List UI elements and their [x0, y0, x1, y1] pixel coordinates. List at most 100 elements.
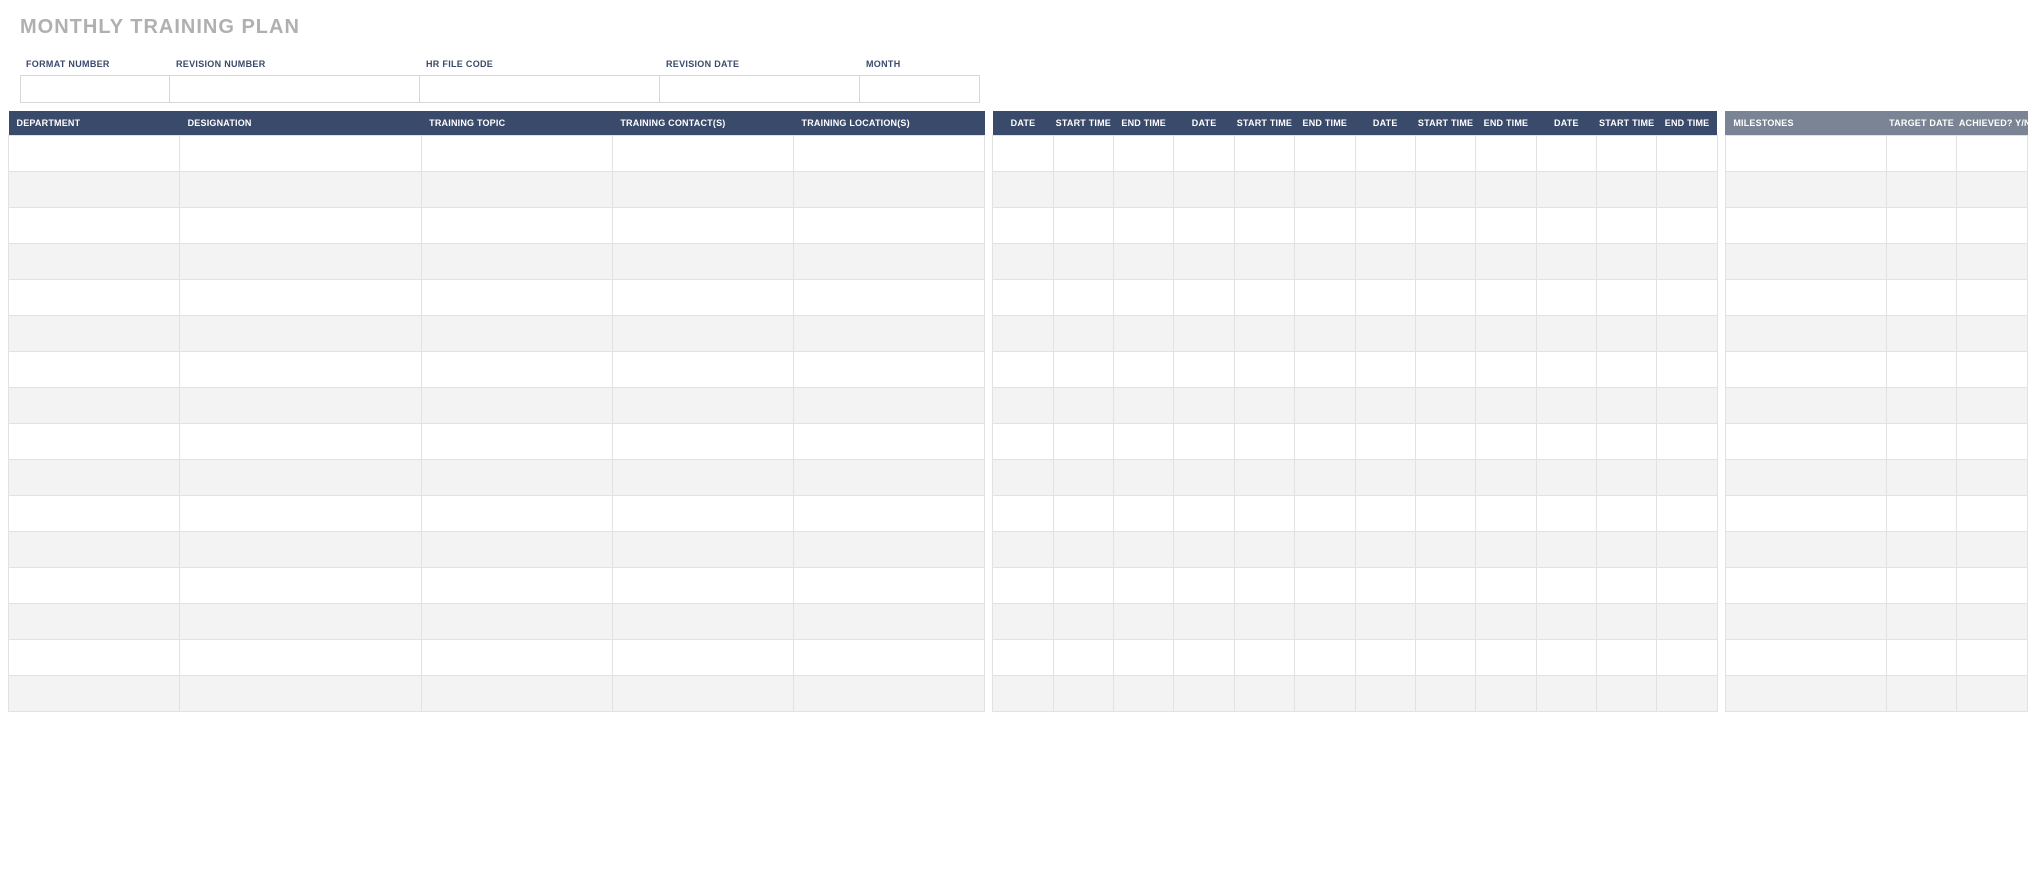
cell-start-time[interactable]	[1415, 351, 1475, 387]
cell-end-time[interactable]	[1295, 351, 1355, 387]
cell-date[interactable]	[993, 135, 1053, 171]
cell-start-time[interactable]	[1234, 315, 1294, 351]
cell-date[interactable]	[993, 675, 1053, 711]
cell-milestones[interactable]	[1725, 675, 1886, 711]
cell-end-time[interactable]	[1114, 315, 1174, 351]
cell-target-date[interactable]	[1886, 243, 1956, 279]
cell-date[interactable]	[1355, 567, 1415, 603]
cell-training-topic[interactable]	[421, 315, 612, 351]
cell-date[interactable]	[993, 171, 1053, 207]
cell-end-time[interactable]	[1295, 135, 1355, 171]
cell-training-topic[interactable]	[421, 243, 612, 279]
cell-date[interactable]	[1355, 279, 1415, 315]
cell-start-time[interactable]	[1234, 639, 1294, 675]
cell-end-time[interactable]	[1476, 603, 1536, 639]
cell-training-contacts[interactable]	[612, 639, 793, 675]
cell-date[interactable]	[1536, 207, 1596, 243]
cell-date[interactable]	[993, 279, 1053, 315]
cell-date[interactable]	[1174, 171, 1234, 207]
cell-end-time[interactable]	[1657, 639, 1717, 675]
cell-target-date[interactable]	[1886, 459, 1956, 495]
cell-start-time[interactable]	[1415, 135, 1475, 171]
cell-target-date[interactable]	[1886, 675, 1956, 711]
cell-achieved[interactable]	[1957, 207, 2028, 243]
cell-training-locations[interactable]	[794, 423, 985, 459]
cell-end-time[interactable]	[1657, 423, 1717, 459]
cell-target-date[interactable]	[1886, 135, 1956, 171]
cell-date[interactable]	[1355, 495, 1415, 531]
cell-date[interactable]	[1174, 567, 1234, 603]
cell-end-time[interactable]	[1114, 351, 1174, 387]
cell-date[interactable]	[1536, 423, 1596, 459]
cell-start-time[interactable]	[1597, 243, 1657, 279]
cell-training-contacts[interactable]	[612, 171, 793, 207]
cell-training-contacts[interactable]	[612, 459, 793, 495]
cell-start-time[interactable]	[1053, 387, 1113, 423]
cell-date[interactable]	[1355, 351, 1415, 387]
cell-end-time[interactable]	[1476, 279, 1536, 315]
cell-end-time[interactable]	[1114, 171, 1174, 207]
cell-date[interactable]	[1536, 315, 1596, 351]
cell-end-time[interactable]	[1476, 639, 1536, 675]
cell-department[interactable]	[9, 459, 180, 495]
cell-start-time[interactable]	[1053, 207, 1113, 243]
hr-file-code-input[interactable]	[420, 75, 660, 103]
cell-date[interactable]	[1536, 171, 1596, 207]
cell-training-locations[interactable]	[794, 459, 985, 495]
cell-start-time[interactable]	[1597, 207, 1657, 243]
cell-date[interactable]	[1355, 639, 1415, 675]
format-number-input[interactable]	[20, 75, 170, 103]
cell-date[interactable]	[993, 207, 1053, 243]
cell-start-time[interactable]	[1597, 279, 1657, 315]
cell-start-time[interactable]	[1234, 675, 1294, 711]
cell-achieved[interactable]	[1957, 279, 2028, 315]
cell-end-time[interactable]	[1114, 135, 1174, 171]
cell-department[interactable]	[9, 531, 180, 567]
cell-end-time[interactable]	[1114, 531, 1174, 567]
cell-training-topic[interactable]	[421, 531, 612, 567]
cell-date[interactable]	[993, 423, 1053, 459]
cell-milestones[interactable]	[1725, 279, 1886, 315]
revision-number-input[interactable]	[170, 75, 420, 103]
cell-training-locations[interactable]	[794, 567, 985, 603]
cell-start-time[interactable]	[1234, 243, 1294, 279]
cell-end-time[interactable]	[1657, 171, 1717, 207]
cell-end-time[interactable]	[1114, 459, 1174, 495]
cell-training-locations[interactable]	[794, 207, 985, 243]
cell-start-time[interactable]	[1415, 531, 1475, 567]
cell-designation[interactable]	[180, 243, 422, 279]
cell-achieved[interactable]	[1957, 603, 2028, 639]
cell-training-topic[interactable]	[421, 279, 612, 315]
cell-training-topic[interactable]	[421, 171, 612, 207]
cell-training-topic[interactable]	[421, 351, 612, 387]
cell-start-time[interactable]	[1415, 315, 1475, 351]
cell-start-time[interactable]	[1053, 171, 1113, 207]
cell-training-topic[interactable]	[421, 459, 612, 495]
cell-start-time[interactable]	[1415, 567, 1475, 603]
cell-date[interactable]	[1536, 495, 1596, 531]
cell-end-time[interactable]	[1476, 459, 1536, 495]
cell-end-time[interactable]	[1114, 603, 1174, 639]
cell-end-time[interactable]	[1476, 351, 1536, 387]
cell-end-time[interactable]	[1114, 639, 1174, 675]
cell-end-time[interactable]	[1657, 279, 1717, 315]
cell-milestones[interactable]	[1725, 639, 1886, 675]
cell-end-time[interactable]	[1295, 207, 1355, 243]
cell-training-contacts[interactable]	[612, 675, 793, 711]
cell-date[interactable]	[1355, 531, 1415, 567]
cell-start-time[interactable]	[1597, 315, 1657, 351]
cell-start-time[interactable]	[1053, 459, 1113, 495]
cell-start-time[interactable]	[1234, 459, 1294, 495]
cell-achieved[interactable]	[1957, 639, 2028, 675]
cell-achieved[interactable]	[1957, 567, 2028, 603]
cell-designation[interactable]	[180, 135, 422, 171]
cell-end-time[interactable]	[1476, 135, 1536, 171]
cell-start-time[interactable]	[1415, 207, 1475, 243]
cell-department[interactable]	[9, 675, 180, 711]
month-input[interactable]	[860, 75, 980, 103]
cell-designation[interactable]	[180, 171, 422, 207]
cell-date[interactable]	[993, 495, 1053, 531]
cell-training-locations[interactable]	[794, 387, 985, 423]
cell-start-time[interactable]	[1053, 423, 1113, 459]
cell-date[interactable]	[993, 603, 1053, 639]
